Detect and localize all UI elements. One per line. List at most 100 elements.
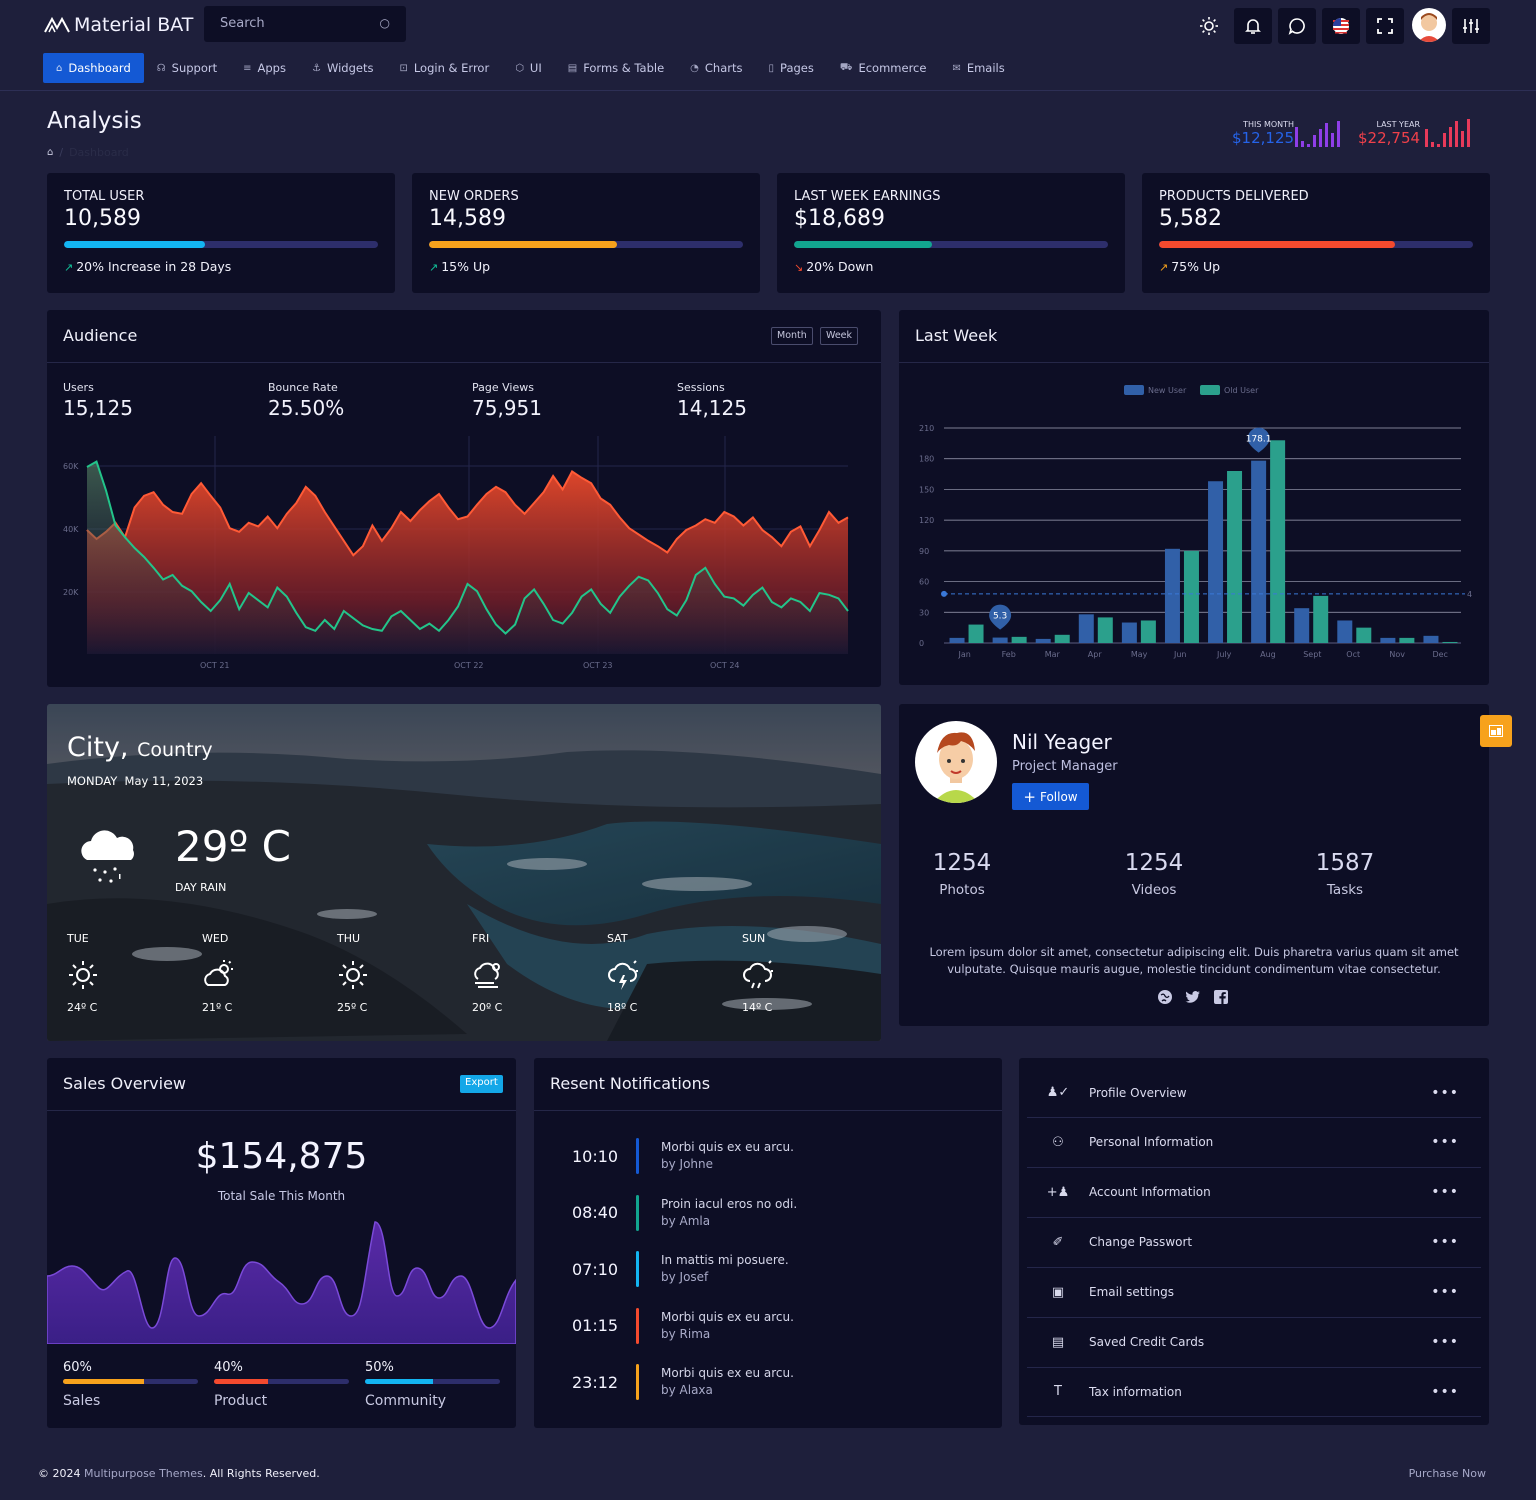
bar[interactable] xyxy=(1183,550,1199,643)
more-options-icon[interactable]: ••• xyxy=(1431,1384,1459,1400)
bar[interactable] xyxy=(1270,440,1286,643)
forecast-day: SUN 14º C xyxy=(742,932,802,1014)
x-tick-label: OCT 22 xyxy=(454,661,484,670)
nav-item-support[interactable]: ☊ Support xyxy=(144,53,230,83)
bar[interactable] xyxy=(1164,548,1180,643)
settings-item-saved-credit-cards[interactable]: ▤ Saved Credit Cards ••• xyxy=(1027,1318,1481,1368)
purchase-now-link[interactable]: Purchase Now xyxy=(1409,1467,1486,1480)
week-button[interactable]: Week xyxy=(820,327,859,345)
bar[interactable] xyxy=(1121,622,1137,643)
settings-button[interactable] xyxy=(1452,8,1490,44)
settings-item-email-settings[interactable]: ▣ Email settings ••• xyxy=(1027,1268,1481,1318)
legend-label[interactable]: New User xyxy=(1148,386,1187,395)
bar[interactable] xyxy=(1011,636,1027,643)
follow-button[interactable]: + Follow xyxy=(1012,783,1089,810)
footer-brand-link[interactable]: Multipurpose Themes xyxy=(84,1467,203,1480)
bar[interactable] xyxy=(1035,638,1051,643)
last-week-bar-chart: New User Old User 0 30 60 90 120 150 180 210 Jan Fe… xyxy=(919,385,1472,659)
bar[interactable] xyxy=(1399,637,1415,643)
settings-item-tax-information[interactable]: T Tax information ••• xyxy=(1027,1367,1481,1418)
sales-progress: 40% Product xyxy=(214,1360,349,1409)
bar[interactable] xyxy=(992,637,1008,643)
weather-date: MONDAY May 11, 2023 xyxy=(67,774,203,788)
notification-item[interactable]: 07:10 In mattis mi posuere. by Josef xyxy=(572,1251,789,1287)
more-options-icon[interactable]: ••• xyxy=(1431,1284,1459,1300)
nav-item-forms-table[interactable]: ▤ Forms & Table xyxy=(555,53,677,83)
profile-stat-label: Videos xyxy=(1131,882,1177,898)
user-avatar[interactable] xyxy=(1412,8,1446,42)
legend-label[interactable]: Old User xyxy=(1224,386,1259,395)
breadcrumb-current[interactable]: Dashboard xyxy=(69,146,129,159)
stat-value: 10,589 xyxy=(64,206,141,231)
settings-item-profile-overview[interactable]: ♟✓ Profile Overview ••• xyxy=(1027,1068,1481,1118)
notification-item[interactable]: 01:15 Morbi quis ex eu arcu. by Rima xyxy=(572,1307,794,1344)
home-icon[interactable]: ⌂ xyxy=(47,147,53,158)
month-button[interactable]: Month xyxy=(771,327,813,345)
messages-button[interactable] xyxy=(1278,8,1316,44)
spark-bar xyxy=(1455,121,1458,147)
nav-item-apps[interactable]: ≡ Apps xyxy=(230,53,299,83)
settings-item-label: Tax information xyxy=(1089,1384,1182,1399)
notifications-button[interactable] xyxy=(1234,8,1272,44)
more-options-icon[interactable]: ••• xyxy=(1431,1334,1459,1350)
notification-item[interactable]: 08:40 Proin iacul eros no odi. by Amla xyxy=(572,1194,797,1231)
globe-icon[interactable] xyxy=(1157,989,1173,1005)
bar[interactable] xyxy=(968,624,984,643)
nav-item-pages[interactable]: ▯ Pages xyxy=(756,53,827,83)
bar[interactable] xyxy=(1313,595,1329,643)
fullscreen-button[interactable] xyxy=(1366,8,1404,44)
bar[interactable] xyxy=(1356,627,1372,643)
data-marker-label: 5.3 xyxy=(993,612,1007,622)
logo[interactable]: Material BAT xyxy=(44,14,193,36)
settings-item-label: Email settings xyxy=(1089,1285,1174,1300)
bar[interactable] xyxy=(1294,608,1310,643)
twitter-icon[interactable] xyxy=(1185,989,1201,1005)
nav-item-ui[interactable]: ⬡ UI xyxy=(502,53,555,83)
nav-item-widgets[interactable]: ⚓ Widgets xyxy=(299,53,386,83)
settings-item-account-information[interactable]: +♟ Account Information ••• xyxy=(1027,1168,1481,1218)
bar[interactable] xyxy=(1227,471,1243,643)
bar[interactable] xyxy=(1054,634,1070,643)
search-icon[interactable]: ○ xyxy=(380,16,390,30)
bar[interactable] xyxy=(949,637,965,643)
nav-item-label: UI xyxy=(529,61,542,75)
bar[interactable] xyxy=(1078,614,1094,643)
language-button[interactable] xyxy=(1322,8,1360,44)
bar[interactable] xyxy=(1337,620,1353,643)
stat-progress-fill xyxy=(64,241,206,248)
profile-card: Nil Yeager Project Manager + Follow Lorem… xyxy=(899,704,1489,1026)
nav-item-charts[interactable]: ◔ Charts xyxy=(677,53,755,83)
bar[interactable] xyxy=(1251,460,1267,643)
more-options-icon[interactable]: ••• xyxy=(1431,1134,1459,1150)
more-options-icon[interactable]: ••• xyxy=(1431,1234,1459,1250)
bar[interactable] xyxy=(1380,637,1396,643)
notification-item[interactable]: 10:10 Morbi quis ex eu arcu. by Johne xyxy=(572,1138,794,1174)
audience-area-chart: 60K 40K 20K OCT 21 OCT 22 OCT 23 OCT 24 xyxy=(63,436,849,670)
weather-condition: DAY RAIN xyxy=(175,881,227,894)
facebook-icon[interactable] xyxy=(1213,989,1229,1005)
nav-item-emails[interactable]: ✉ Emails xyxy=(939,53,1017,83)
more-options-icon[interactable]: ••• xyxy=(1431,1085,1459,1101)
bar[interactable] xyxy=(1208,481,1224,643)
settings-item-change-passwort[interactable]: ✐ Change Passwort ••• xyxy=(1027,1218,1481,1268)
notification-author: by Johne xyxy=(661,1157,714,1171)
bar[interactable] xyxy=(1140,620,1156,643)
export-button[interactable]: Export xyxy=(460,1075,503,1093)
nav-item-login-error[interactable]: ⊡ Login & Error xyxy=(386,53,502,83)
search-input[interactable]: Search ○ xyxy=(204,6,406,42)
notification-item[interactable]: 23:12 Morbi quis ex eu arcu. by Alaxa xyxy=(572,1364,794,1400)
top-bar: Material BAT Search ○ ⌂ Dashboard ☊ Support… xyxy=(0,0,1536,91)
bar[interactable] xyxy=(1423,635,1439,643)
bar[interactable] xyxy=(1442,641,1458,643)
cloud-rain-icon xyxy=(81,830,134,883)
nav-item-dashboard[interactable]: ⌂ Dashboard xyxy=(43,53,144,83)
sun-icon xyxy=(337,959,369,991)
threshold-label: 4 xyxy=(1467,590,1472,599)
bar[interactable] xyxy=(1097,617,1113,643)
nav-item-ecommerce[interactable]: ⛟ Ecommerce xyxy=(827,53,940,83)
forecast-temp: 14º C xyxy=(742,1001,773,1014)
customizer-button[interactable] xyxy=(1480,715,1512,747)
settings-item-personal-information[interactable]: ⚇ Personal Information ••• xyxy=(1027,1118,1481,1168)
more-options-icon[interactable]: ••• xyxy=(1431,1184,1459,1200)
theme-toggle-button[interactable] xyxy=(1190,8,1228,44)
